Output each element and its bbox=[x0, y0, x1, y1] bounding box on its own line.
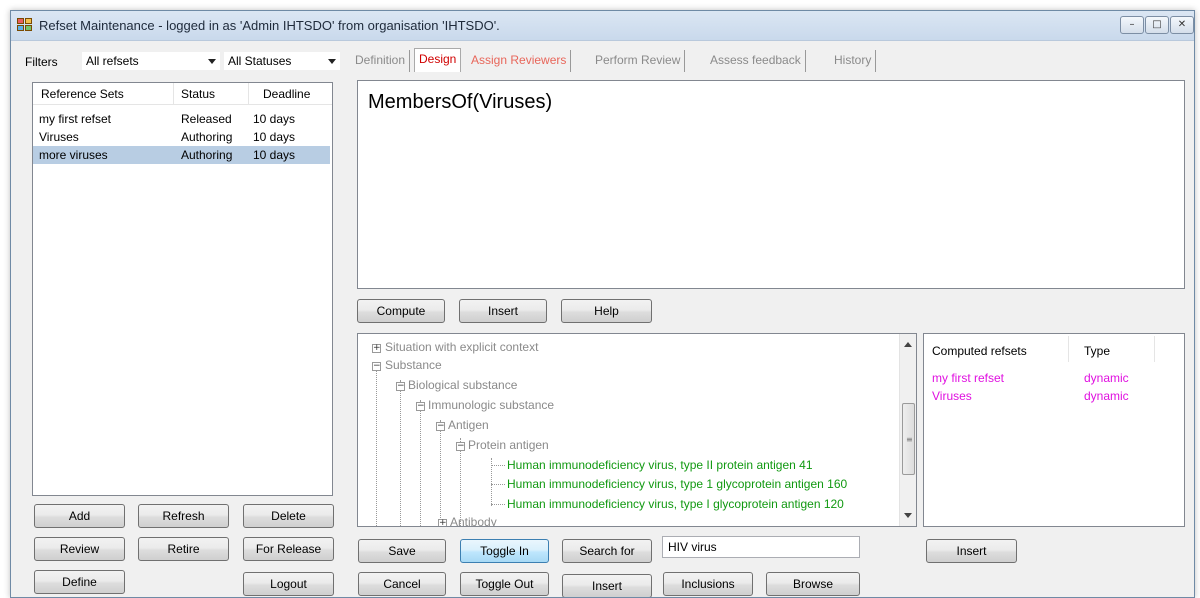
computed-refsets-list[interactable]: Computed refsets Type my first refset dy… bbox=[923, 333, 1185, 527]
column-header-computed-refsets[interactable]: Computed refsets bbox=[932, 344, 1027, 358]
concept-tree[interactable]: + Situation with explicit context − Subs… bbox=[357, 333, 917, 527]
column-header-deadline[interactable]: Deadline bbox=[263, 87, 310, 101]
chevron-down-icon bbox=[328, 59, 336, 64]
insert-computed-button[interactable]: Insert bbox=[926, 539, 1017, 563]
review-button[interactable]: Review bbox=[34, 537, 125, 561]
logout-button[interactable]: Logout bbox=[243, 572, 334, 596]
define-button[interactable]: Define bbox=[34, 570, 125, 594]
toggle-out-button[interactable]: Toggle Out bbox=[460, 572, 549, 596]
maximize-button[interactable]: □ bbox=[1145, 16, 1169, 34]
refset-deadline: 10 days bbox=[253, 130, 296, 144]
refset-deadline: 10 days bbox=[253, 112, 296, 126]
tree-node-included[interactable]: Human immunodeficiency virus, type II pr… bbox=[507, 458, 813, 472]
computed-refset-name[interactable]: Viruses bbox=[932, 389, 972, 403]
insert-concept-button[interactable]: Insert bbox=[562, 574, 652, 597]
minimize-button[interactable]: – bbox=[1120, 16, 1144, 34]
expand-icon[interactable]: + bbox=[372, 344, 381, 353]
refset-status: Released bbox=[181, 112, 232, 126]
scroll-up-icon[interactable] bbox=[904, 342, 912, 347]
tree-node[interactable]: Protein antigen bbox=[468, 438, 549, 452]
status-filter-value: All Statuses bbox=[228, 54, 292, 68]
compute-button[interactable]: Compute bbox=[357, 299, 445, 323]
column-header-status[interactable]: Status bbox=[181, 87, 215, 101]
retire-button[interactable]: Retire bbox=[138, 537, 229, 561]
tab-assess-feedback[interactable]: Assess feedback bbox=[706, 50, 806, 72]
title-bar: Refset Maintenance - logged in as 'Admin… bbox=[11, 11, 1194, 41]
expression-text: MembersOf(Viruses) bbox=[368, 91, 553, 113]
browse-button[interactable]: Browse bbox=[766, 572, 860, 596]
column-header-reference-sets[interactable]: Reference Sets bbox=[41, 87, 124, 101]
expression-editor[interactable]: MembersOf(Viruses) bbox=[357, 80, 1185, 289]
collapse-icon[interactable]: − bbox=[396, 382, 405, 391]
for-release-button[interactable]: For Release bbox=[243, 537, 334, 561]
search-for-button[interactable]: Search for bbox=[562, 539, 652, 563]
tree-node-included[interactable]: Human immunodeficiency virus, type I gly… bbox=[507, 497, 844, 511]
tab-bar: Definition Design Assign Reviewers Perfo… bbox=[351, 48, 1194, 72]
refset-deadline: 10 days bbox=[253, 148, 296, 162]
scroll-thumb[interactable]: ≡ bbox=[902, 403, 915, 475]
refresh-button[interactable]: Refresh bbox=[138, 504, 229, 528]
collapse-icon[interactable]: − bbox=[436, 422, 445, 431]
insert-expression-button[interactable]: Insert bbox=[459, 299, 547, 323]
refset-row[interactable]: Viruses Authoring 10 days bbox=[33, 128, 330, 146]
refset-name: my first refset bbox=[39, 112, 112, 126]
help-button[interactable]: Help bbox=[561, 299, 652, 323]
cancel-button[interactable]: Cancel bbox=[358, 572, 446, 596]
tree-node[interactable]: Antigen bbox=[448, 418, 489, 432]
tab-perform-review[interactable]: Perform Review bbox=[591, 50, 686, 72]
column-header-type[interactable]: Type bbox=[1084, 344, 1110, 358]
computed-refset-type: dynamic bbox=[1084, 371, 1129, 385]
tab-definition[interactable]: Definition bbox=[351, 50, 411, 72]
search-input-value: HIV virus bbox=[668, 540, 717, 554]
expand-icon[interactable]: + bbox=[438, 519, 447, 526]
refset-filter-value: All refsets bbox=[86, 54, 139, 68]
refset-name: more viruses bbox=[39, 148, 108, 162]
tree-node[interactable]: Immunologic substance bbox=[428, 398, 554, 412]
collapse-icon[interactable]: − bbox=[372, 362, 381, 371]
refset-status: Authoring bbox=[181, 148, 233, 162]
computed-refset-type: dynamic bbox=[1084, 389, 1129, 403]
tree-node[interactable]: Biological substance bbox=[408, 378, 517, 392]
status-filter-select[interactable]: All Statuses bbox=[223, 51, 341, 71]
refset-status: Authoring bbox=[181, 130, 233, 144]
tab-history[interactable]: History bbox=[830, 50, 877, 72]
refset-name: Viruses bbox=[39, 130, 79, 144]
tree-node[interactable]: Situation with explicit context bbox=[385, 340, 538, 354]
tab-assign-reviewers[interactable]: Assign Reviewers bbox=[467, 50, 572, 72]
delete-button[interactable]: Delete bbox=[243, 504, 334, 528]
refset-list-header: Reference Sets Status Deadline bbox=[33, 83, 332, 105]
computed-refset-name[interactable]: my first refset bbox=[932, 371, 1004, 385]
toggle-in-button[interactable]: Toggle In bbox=[460, 539, 549, 563]
search-input[interactable]: HIV virus bbox=[662, 536, 860, 558]
window-title: Refset Maintenance - logged in as 'Admin… bbox=[39, 18, 500, 33]
refset-filter-select[interactable]: All refsets bbox=[81, 51, 221, 71]
tab-design[interactable]: Design bbox=[414, 48, 462, 72]
add-button[interactable]: Add bbox=[34, 504, 125, 528]
chevron-down-icon bbox=[208, 59, 216, 64]
scroll-down-icon[interactable] bbox=[904, 513, 912, 518]
tree-node[interactable]: Substance bbox=[385, 358, 442, 372]
app-icon bbox=[17, 18, 33, 32]
tree-node-included[interactable]: Human immunodeficiency virus, type 1 gly… bbox=[507, 477, 847, 491]
inclusions-button[interactable]: Inclusions bbox=[663, 572, 753, 596]
close-button[interactable]: ✕ bbox=[1170, 16, 1194, 34]
collapse-icon[interactable]: − bbox=[416, 402, 425, 411]
tree-scrollbar[interactable]: ≡ bbox=[899, 334, 916, 526]
filters-label: Filters bbox=[25, 55, 58, 69]
tree-node[interactable]: Antibody bbox=[450, 515, 497, 526]
refset-row[interactable]: my first refset Released 10 days bbox=[33, 110, 330, 128]
collapse-icon[interactable]: − bbox=[456, 442, 465, 451]
refset-row-selected[interactable]: more viruses Authoring 10 days bbox=[33, 146, 330, 164]
refset-list[interactable]: Reference Sets Status Deadline my first … bbox=[32, 82, 333, 496]
refset-maintenance-window: Refset Maintenance - logged in as 'Admin… bbox=[10, 10, 1195, 598]
save-button[interactable]: Save bbox=[358, 539, 446, 563]
